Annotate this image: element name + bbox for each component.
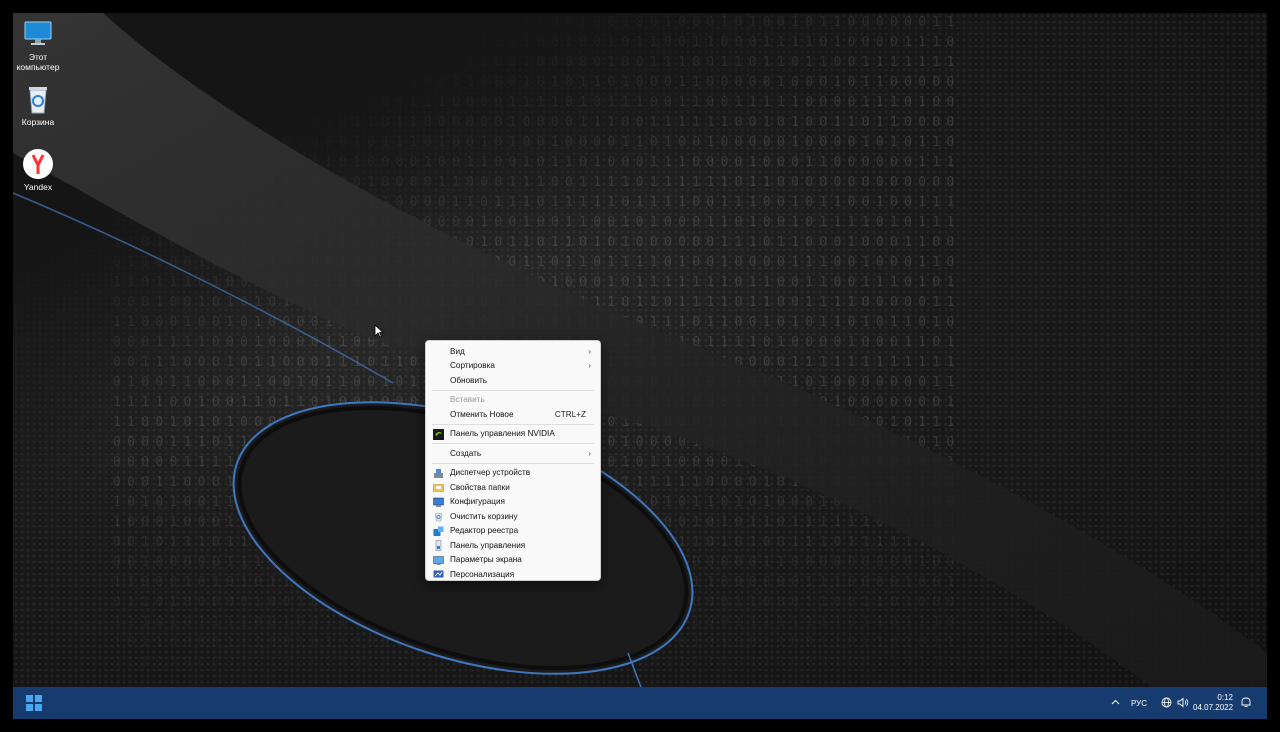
- recycle-bin-icon: [29, 87, 47, 114]
- menu-item-paste[interactable]: Вставить: [426, 393, 600, 408]
- clock[interactable]: 0:12 04.07.2022: [1193, 693, 1233, 713]
- chevron-right-icon: ›: [588, 448, 591, 458]
- desktop-context-menu: Вид › Сортировка › Обновить Вставить Отм…: [425, 340, 601, 581]
- registry-editor-icon: [433, 526, 444, 536]
- desktop-icon-recycle-bin[interactable]: Корзина: [13, 83, 63, 127]
- menu-item-label: Вид: [450, 346, 465, 356]
- desktop-icon-label: Этот компьютер: [16, 52, 60, 72]
- menu-item-label: Параметры экрана: [450, 555, 522, 565]
- chevron-right-icon: ›: [588, 361, 591, 371]
- menu-item-control-panel[interactable]: Панель управления: [426, 538, 600, 553]
- menu-item-view[interactable]: Вид ›: [426, 344, 600, 359]
- menu-separator: [432, 389, 594, 391]
- personalization-icon: [433, 570, 444, 578]
- shortcut-label: CTRL+Z: [554, 409, 586, 419]
- language-indicator[interactable]: РУС: [1131, 699, 1147, 708]
- volume-icon[interactable]: [1177, 697, 1189, 708]
- nvidia-icon: [433, 428, 444, 440]
- control-panel-icon: [435, 540, 442, 551]
- system-tray: РУС 0:12 04.07.2022: [1107, 687, 1267, 719]
- menu-item-label: Конфигурация: [450, 497, 505, 507]
- windows-logo-icon: [34, 695, 42, 702]
- windows-logo-icon: [34, 703, 42, 711]
- network-globe-icon[interactable]: [1161, 697, 1172, 708]
- windows-logo-icon: [26, 703, 33, 711]
- yandex-browser-icon: [23, 149, 53, 179]
- menu-item-label: Создать: [450, 448, 482, 458]
- clock-time: 0:12: [1217, 693, 1233, 702]
- desktop-icon-this-pc[interactable]: Этот компьютер: [13, 18, 63, 72]
- desktop-icon-label: Yandex: [23, 182, 53, 192]
- menu-item-create[interactable]: Создать ›: [426, 446, 600, 461]
- desktop-icon-yandex[interactable]: Yandex: [13, 148, 63, 192]
- menu-item-label: Редактор реестра: [450, 526, 519, 536]
- desktop[interactable]: 0100010110011000101000110010011001001001…: [13, 13, 1267, 719]
- menu-item-label: Обновить: [450, 375, 488, 385]
- start-button[interactable]: [26, 695, 42, 711]
- menu-item-label: Свойства папки: [450, 482, 510, 492]
- menu-item-undo-new[interactable]: Отменить Новое CTRL+Z: [426, 407, 600, 422]
- menu-item-label: Диспетчер устройств: [450, 468, 531, 478]
- menu-item-configuration[interactable]: Конфигурация: [426, 495, 600, 510]
- mouse-cursor-icon: [374, 324, 384, 338]
- menu-item-nvidia-control-panel[interactable]: Панель управления NVIDIA: [426, 427, 600, 442]
- desktop-icon-label: Корзина: [21, 117, 55, 127]
- menu-separator: [432, 443, 594, 444]
- menu-item-registry-editor[interactable]: Редактор реестра: [426, 524, 600, 539]
- clock-date: 04.07.2022: [1193, 703, 1234, 712]
- menu-item-device-manager[interactable]: Диспетчер устройств: [426, 466, 600, 481]
- menu-item-folder-options[interactable]: Свойства папки: [426, 480, 600, 495]
- menu-item-label: Вставить: [450, 395, 485, 405]
- device-manager-icon: [434, 468, 443, 478]
- menu-item-empty-recycle-bin[interactable]: Очистить корзину: [426, 509, 600, 524]
- menu-item-label: Панель управления NVIDIA: [450, 429, 555, 439]
- menu-separator: [432, 462, 594, 464]
- recycle-bin-icon: [435, 513, 442, 522]
- chevron-right-icon: ›: [588, 346, 591, 356]
- menu-item-label: Очистить корзину: [450, 511, 518, 521]
- monitor-icon: [24, 21, 52, 45]
- menu-item-label: Отменить Новое: [450, 409, 514, 419]
- msconfig-icon: [433, 497, 444, 507]
- menu-item-display-settings[interactable]: Параметры экрана: [426, 553, 600, 568]
- display-settings-icon: [433, 555, 444, 565]
- taskbar: РУС 0:12 04.07.2022: [13, 687, 1267, 719]
- menu-item-label: Панель управления: [450, 540, 526, 550]
- menu-separator: [432, 423, 594, 425]
- menu-item-sort[interactable]: Сортировка ›: [426, 359, 600, 374]
- notifications-bell-icon[interactable]: [1240, 696, 1252, 709]
- menu-item-personalization[interactable]: Персонализация: [426, 567, 600, 582]
- menu-item-refresh[interactable]: Обновить: [426, 373, 600, 388]
- show-hidden-icons-chevron-icon[interactable]: [1111, 699, 1120, 705]
- menu-item-label: Персонализация: [450, 569, 515, 579]
- folder-options-icon: [433, 484, 444, 492]
- wallpaper-swoosh: [13, 13, 1267, 719]
- menu-item-label: Сортировка: [450, 361, 495, 371]
- windows-logo-icon: [26, 695, 33, 702]
